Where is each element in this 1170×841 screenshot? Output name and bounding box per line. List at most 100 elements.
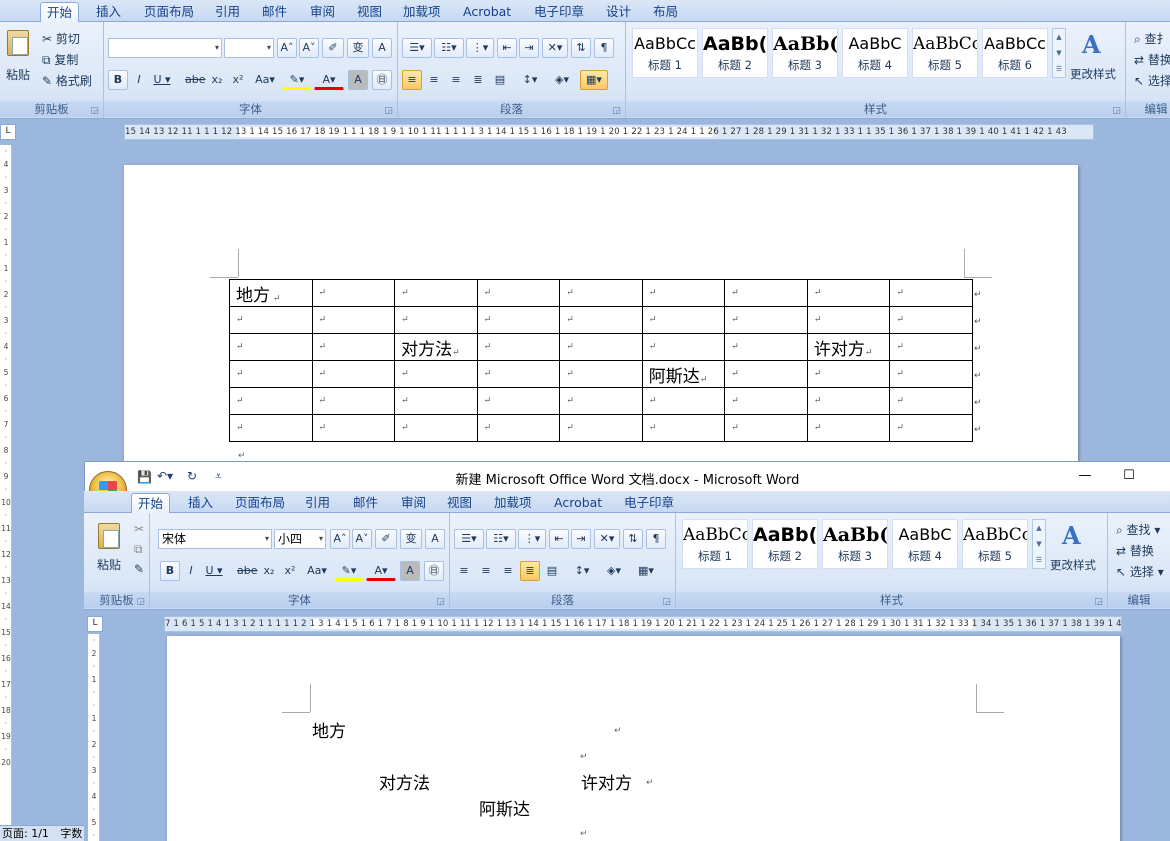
justify-button[interactable]: ≣ — [520, 561, 540, 581]
dialog-launcher-icon[interactable]: ◲ — [384, 103, 393, 119]
maximize-button[interactable]: ☐ — [1117, 466, 1141, 486]
style-heading2-front[interactable]: AaBb(标题 2 — [752, 519, 818, 569]
find-button-back[interactable]: ⌕ 查扌 — [1134, 30, 1169, 47]
vertical-ruler-front[interactable]: ·2·1··1·2·3·4·5·6 — [88, 634, 100, 841]
change-case-button[interactable]: Aa▾ — [252, 70, 278, 90]
clear-format-button[interactable]: ✐ — [375, 529, 397, 549]
replace-button-front[interactable]: ⇄ 替换 — [1116, 542, 1154, 559]
body-text-line3[interactable]: 阿斯达 — [479, 795, 530, 820]
align-right-button[interactable]: ≡ — [446, 70, 466, 90]
style-heading6-back[interactable]: AaBbCc 标题 6 — [982, 28, 1048, 78]
style-heading4-back[interactable]: AaBbC 标题 4 — [842, 28, 908, 78]
minimize-button[interactable]: — — [1073, 466, 1097, 486]
numbering-button[interactable]: ☷▾ — [434, 38, 464, 58]
tab-mailings-back[interactable]: 邮件 — [256, 2, 293, 22]
cut-icon[interactable]: ✂ — [134, 522, 144, 536]
increase-indent-button[interactable]: ⇥ — [571, 529, 591, 549]
tab-insert-front[interactable]: 插入 — [182, 493, 219, 513]
sort-button[interactable]: ⇅ — [623, 529, 643, 549]
superscript-button[interactable]: x² — [281, 561, 299, 581]
document-page-front[interactable] — [167, 636, 1120, 841]
tab-page-layout-back[interactable]: 页面布局 — [138, 2, 200, 22]
body-text-line2a[interactable]: 对方法 — [379, 769, 430, 794]
underline-button[interactable]: U ▾ — [202, 561, 226, 581]
phonetic-guide-button[interactable]: 变 — [400, 529, 422, 549]
tab-page-layout-front[interactable]: 页面布局 — [229, 493, 291, 513]
tab-eseal-back[interactable]: 电子印章 — [528, 2, 590, 22]
borders-button[interactable]: ▦▾ — [580, 70, 608, 90]
highlight-button[interactable]: ✎▾ — [282, 70, 312, 90]
dialog-launcher-icon[interactable]: ◲ — [436, 594, 445, 610]
format-painter-button[interactable]: ✎ 格式刷 — [42, 72, 92, 89]
align-left-button[interactable]: ≡ — [402, 70, 422, 90]
tab-mailings-front[interactable]: 邮件 — [347, 493, 384, 513]
char-shading-button[interactable]: A — [400, 561, 420, 581]
grow-font-button[interactable]: A˄ — [277, 38, 297, 58]
style-heading1-front[interactable]: AaBbCc 标题 1 — [682, 519, 748, 569]
multilevel-list-button[interactable]: ⋮▾ — [466, 38, 494, 58]
shrink-font-button[interactable]: A˅ — [352, 529, 372, 549]
dialog-launcher-icon[interactable]: ◲ — [90, 103, 99, 119]
decrease-indent-button[interactable]: ⇤ — [497, 38, 517, 58]
subscript-button[interactable]: x₂ — [208, 70, 226, 90]
dialog-launcher-icon[interactable]: ◲ — [662, 594, 671, 610]
format-painter-icon[interactable]: ✎ — [134, 562, 144, 576]
change-styles-icon[interactable]: A — [1082, 30, 1101, 59]
tab-review-back[interactable]: 审阅 — [304, 2, 341, 22]
char-border-button[interactable]: A — [425, 529, 445, 549]
paste-button-label[interactable]: 粘贴 — [6, 66, 30, 83]
sort-button[interactable]: ⇅ — [571, 38, 591, 58]
style-heading4-front[interactable]: AaBbC 标题 4 — [892, 519, 958, 569]
replace-button-back[interactable]: ⇄ 替换 — [1134, 51, 1170, 68]
style-heading3-front[interactable]: AaBb(标题 3 — [822, 519, 888, 569]
style-heading5-front[interactable]: AaBbCc 标题 5 — [962, 519, 1028, 569]
horizontal-ruler-back[interactable]: 15 14 13 12 11 1 1 1 12 13 1 14 15 16 17… — [124, 124, 1094, 140]
change-styles-icon[interactable]: A — [1062, 521, 1081, 550]
tab-home-front[interactable]: 开始 — [131, 493, 171, 513]
line-spacing-button[interactable]: ↕▾ — [568, 561, 596, 581]
tab-selector-back[interactable]: L — [0, 124, 16, 140]
enclose-char-button[interactable]: ㊐ — [424, 561, 444, 581]
char-border-button[interactable]: A — [372, 38, 392, 58]
horizontal-ruler-front[interactable]: 7 1 6 1 5 1 4 1 3 1 2 1 1 1 1 1 2 1 3 1 … — [164, 616, 1122, 632]
change-styles-button[interactable]: 更改样式 — [1050, 557, 1096, 573]
enclose-char-button[interactable]: ㊐ — [372, 70, 392, 90]
grow-font-button[interactable]: A˄ — [330, 529, 350, 549]
font-name-combo-front[interactable]: 宋体 ▾ — [158, 529, 272, 549]
select-button-front[interactable]: ↖ 选择 ▾ — [1116, 563, 1164, 580]
distributed-button[interactable]: ▤ — [490, 70, 510, 90]
styles-scroll-front[interactable]: ▲ ▼ ☰ — [1032, 519, 1046, 569]
bullets-button[interactable]: ☰▾ — [402, 38, 432, 58]
subscript-button[interactable]: x₂ — [260, 561, 278, 581]
distributed-button[interactable]: ▤ — [542, 561, 562, 581]
chinese-layout-button[interactable]: ✕▾ — [542, 38, 568, 58]
phonetic-guide-button[interactable]: 变 — [347, 38, 369, 58]
italic-button[interactable]: I — [130, 70, 148, 90]
shrink-font-button[interactable]: A˅ — [299, 38, 319, 58]
multilevel-list-button[interactable]: ⋮▾ — [518, 529, 546, 549]
italic-button[interactable]: I — [182, 561, 200, 581]
tab-acrobat-back[interactable]: Acrobat — [457, 2, 517, 22]
align-center-button[interactable]: ≡ — [424, 70, 444, 90]
line-spacing-button[interactable]: ↕▾ — [516, 70, 544, 90]
tab-acrobat-front[interactable]: Acrobat — [548, 493, 608, 513]
tab-references-front[interactable]: 引用 — [299, 493, 336, 513]
tab-layout-back[interactable]: 布局 — [647, 2, 684, 22]
style-heading1-back[interactable]: AaBbCc 标题 1 — [632, 28, 698, 78]
tab-references-back[interactable]: 引用 — [209, 2, 246, 22]
document-table[interactable]: 地方 ↵ ↵ ↵ ↵ ↵ ↵ ↵ ↵ ↵ ↵ ↵ ↵ ↵ ↵ ↵ ↵ ↵ ↵ ↵ ↵ 对方法↵ ↵ ↵ ↵ ↵ 许对方↵ ↵ ↵… — [229, 279, 973, 442]
align-left-button[interactable]: ≡ — [454, 561, 474, 581]
dialog-launcher-icon[interactable]: ◲ — [1112, 103, 1121, 119]
cut-button[interactable]: ✂ 剪切 — [42, 30, 80, 47]
tab-home-back[interactable]: 开始 — [40, 2, 80, 22]
bold-button[interactable]: B — [160, 561, 180, 581]
numbering-button[interactable]: ☷▾ — [486, 529, 516, 549]
tab-design-back[interactable]: 设计 — [600, 2, 637, 22]
char-shading-button[interactable]: A — [348, 70, 368, 90]
bullets-button[interactable]: ☰▾ — [454, 529, 484, 549]
style-heading2-back[interactable]: AaBb(标题 2 — [702, 28, 768, 78]
tab-insert-back[interactable]: 插入 — [90, 2, 127, 22]
find-button-front[interactable]: ⌕ 查找 ▾ — [1116, 521, 1160, 538]
shading-button[interactable]: ◈▾ — [548, 70, 576, 90]
tab-addins-front[interactable]: 加载项 — [488, 493, 538, 513]
